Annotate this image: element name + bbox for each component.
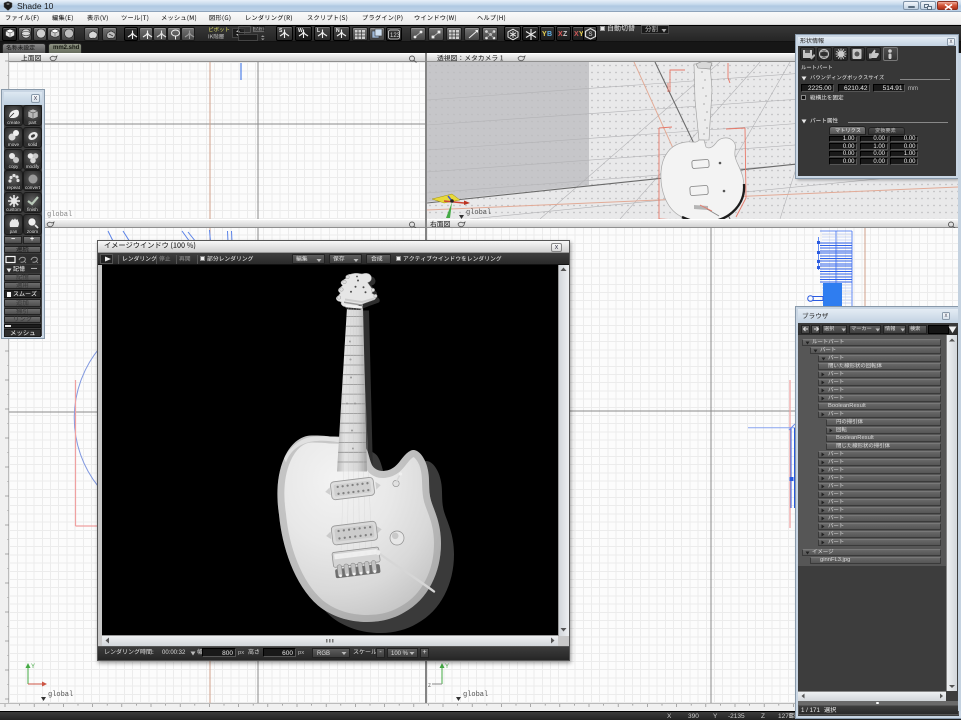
svg-text:S: S xyxy=(589,32,593,38)
svg-text:W: W xyxy=(298,28,303,34)
svg-text:123: 123 xyxy=(390,33,400,39)
svg-text:N: N xyxy=(336,28,340,34)
svg-text:L: L xyxy=(317,28,320,34)
svg-text:S: S xyxy=(279,28,283,34)
svg-text:B: B xyxy=(547,31,552,38)
svg-text:Z: Z xyxy=(563,31,568,38)
svg-text:z: z xyxy=(428,683,431,688)
svg-text:Y: Y xyxy=(31,664,35,670)
svg-text:Y: Y xyxy=(445,664,449,670)
